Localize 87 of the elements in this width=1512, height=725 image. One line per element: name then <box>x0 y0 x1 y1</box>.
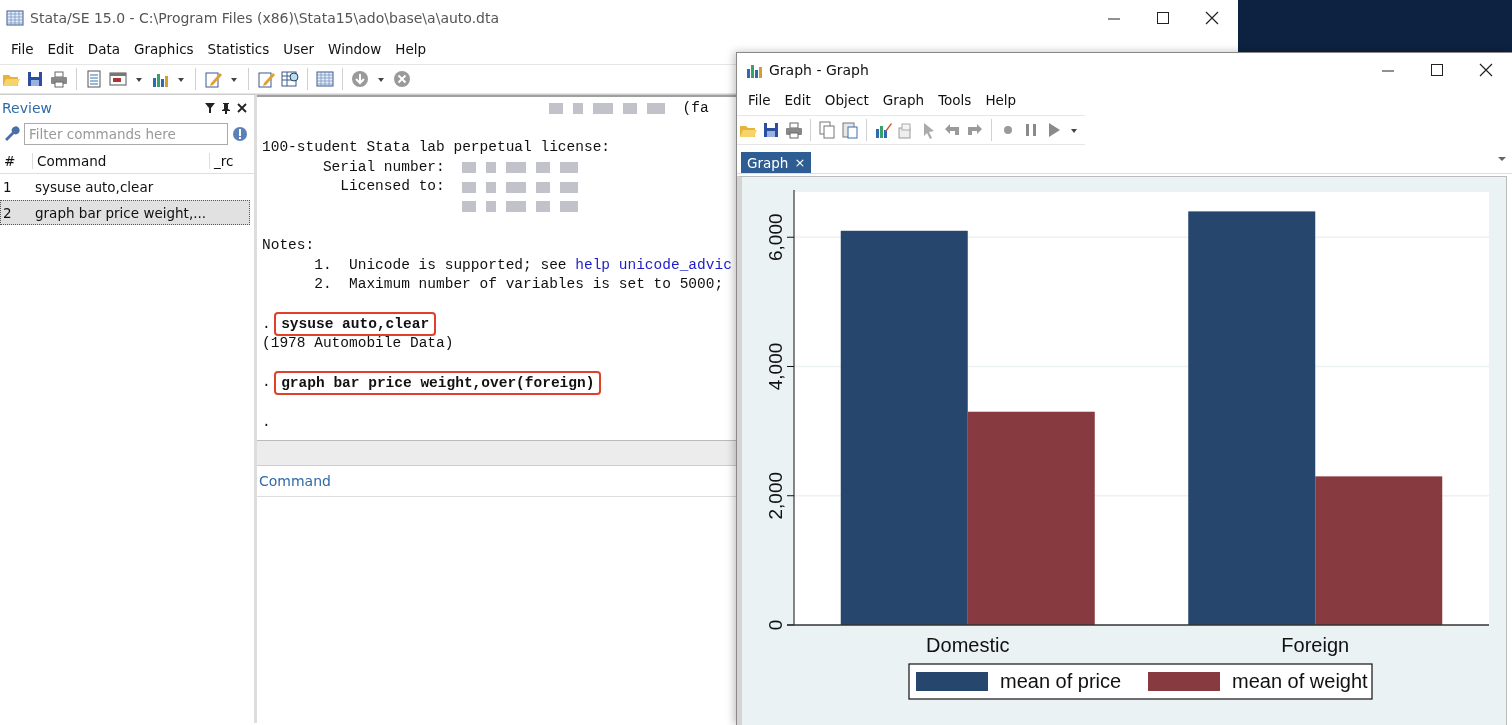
command-prompt: . <box>262 314 271 334</box>
tab-close[interactable]: × <box>794 155 806 170</box>
menu-item[interactable]: Graphics <box>127 41 201 57</box>
highlighted-command: sysuse auto,clear <box>274 312 437 337</box>
column-header[interactable]: _rc <box>209 153 254 169</box>
menu-item[interactable]: Edit <box>40 41 81 57</box>
legend-label: mean of weight <box>1232 670 1368 692</box>
legend-label: mean of price <box>1000 670 1122 692</box>
caret-icon[interactable] <box>135 75 143 83</box>
window-title: Graph - Graph <box>769 62 870 78</box>
output-text: 100-student Stata lab perpetual license: <box>262 138 611 158</box>
dropdown-icon[interactable] <box>1498 157 1506 162</box>
document-icon[interactable] <box>85 70 103 88</box>
menu-item[interactable]: File <box>4 41 41 57</box>
graph-tab[interactable]: Graph × <box>741 152 812 173</box>
info-icon[interactable] <box>232 126 248 142</box>
menu-item[interactable]: Object <box>817 92 876 108</box>
pin-icon[interactable] <box>220 102 232 114</box>
output-text: Unicode is supported; see <box>349 255 567 275</box>
column-header[interactable]: # <box>0 153 32 169</box>
paste-icon[interactable] <box>841 121 859 139</box>
tick-label: 4,000 <box>765 342 786 391</box>
output-text: Licensed to: <box>339 177 445 197</box>
help-link[interactable]: help unicode_advic <box>575 255 732 276</box>
output-text: (1978 Automobile Data) <box>262 334 454 354</box>
legend-swatch <box>916 672 988 691</box>
caret-icon[interactable] <box>177 75 185 83</box>
output-text: (fa <box>682 99 709 118</box>
row-number: 2 <box>2 204 13 221</box>
row-number: 1 <box>2 178 13 195</box>
edit-icon[interactable] <box>204 70 222 88</box>
edit-icon[interactable] <box>257 70 275 88</box>
menu-item[interactable]: Data <box>80 41 127 57</box>
close-icon[interactable] <box>236 102 248 114</box>
menu-item[interactable]: File <box>741 92 778 108</box>
close-icon[interactable] <box>1204 10 1220 26</box>
menu-item[interactable]: Statistics <box>200 41 277 57</box>
note-number: 1. <box>314 255 333 275</box>
output-text: . <box>262 412 271 432</box>
panel-title: Review <box>2 100 53 116</box>
maximize-icon[interactable] <box>1429 62 1445 78</box>
table-icon[interactable] <box>316 70 334 88</box>
command-text: sysuse auto,clear <box>34 178 155 195</box>
table-search-icon[interactable] <box>281 70 299 88</box>
legend-swatch <box>1148 672 1220 691</box>
menu-item[interactable]: Graph <box>875 92 932 108</box>
menu-item[interactable]: User <box>276 41 322 57</box>
filter-icon[interactable] <box>204 102 216 114</box>
window-title: Stata/SE 15.0 - C:\Program Files (x86)\Stata15\ado\base\a\auto.dta <box>30 10 501 26</box>
tick-label: 6,000 <box>765 213 786 261</box>
window-icon[interactable] <box>109 70 127 88</box>
output-text: Serial number: <box>321 157 445 177</box>
tick-label: 2,000 <box>765 471 786 520</box>
pane-title: Command <box>259 473 331 489</box>
maximize-icon[interactable] <box>1155 10 1171 26</box>
stop-icon[interactable] <box>393 70 411 88</box>
table-icon <box>6 9 24 27</box>
category-label: Domestic <box>926 634 1010 656</box>
menu-item[interactable]: Help <box>388 41 434 57</box>
save-icon[interactable] <box>26 70 44 88</box>
copy-icon[interactable] <box>818 121 836 139</box>
note-number: 2. <box>314 275 333 295</box>
caret-icon[interactable] <box>377 75 385 83</box>
menu-item[interactable]: Tools <box>931 92 979 108</box>
printer-icon[interactable] <box>50 70 68 88</box>
filter-field[interactable]: Filter commands here <box>24 123 228 145</box>
tick-label: 0 <box>765 619 786 631</box>
save-icon[interactable] <box>762 121 780 139</box>
chart-edit-icon[interactable] <box>874 121 892 139</box>
command-prompt: . <box>262 373 271 393</box>
output-text: Maximum number of variables is set to 5000; <box>349 275 724 295</box>
tab-label: Graph <box>747 154 789 171</box>
close-icon[interactable] <box>1478 62 1494 78</box>
caret-icon[interactable] <box>230 75 238 83</box>
menu-item[interactable]: Edit <box>777 92 818 108</box>
menu-item[interactable]: Window <box>321 41 389 57</box>
wrench-icon[interactable] <box>4 126 20 142</box>
command-text: graph bar price weight,... <box>34 204 208 221</box>
category-label: Foreign <box>1281 634 1350 656</box>
history-row[interactable]: 2 graph bar price weight,... <box>0 200 250 225</box>
history-row[interactable]: 1 sysuse auto,clear <box>0 174 250 199</box>
menu-item[interactable]: Help <box>978 92 1024 108</box>
printer-icon[interactable] <box>785 121 803 139</box>
caret-icon[interactable] <box>1070 126 1078 134</box>
column-header[interactable]: Command <box>32 153 209 169</box>
highlighted-command: graph bar price weight,over(foreign) <box>274 371 602 396</box>
output-text: Notes: <box>262 236 315 256</box>
